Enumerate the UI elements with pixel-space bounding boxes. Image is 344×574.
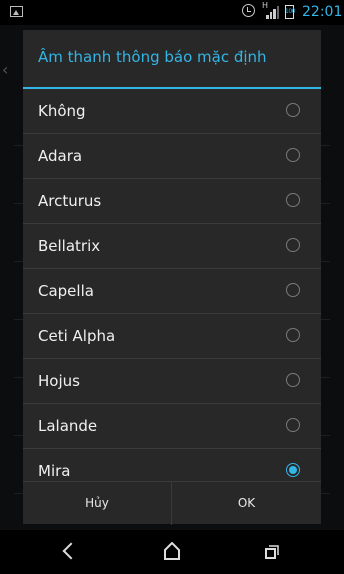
list-item[interactable]: Không (23, 89, 321, 134)
item-label: Hojus (38, 372, 80, 390)
dialog-button-bar: Hủy OK (23, 481, 321, 525)
navigation-bar (0, 530, 344, 574)
battery-level: 100 (285, 8, 295, 15)
image-notification-icon (10, 6, 23, 17)
status-bar: H 100 22:01 (0, 0, 344, 25)
item-label: Bellatrix (38, 237, 101, 255)
alarm-icon (242, 4, 255, 17)
radio-button[interactable] (286, 103, 300, 117)
radio-button-checked[interactable] (286, 463, 300, 477)
radio-button[interactable] (286, 193, 300, 207)
item-label: Ceti Alpha (38, 327, 116, 345)
item-label: Capella (38, 282, 94, 300)
list-item[interactable]: Adara (23, 134, 321, 179)
item-label: Adara (38, 147, 83, 165)
clock: 22:01 (302, 4, 343, 20)
radio-button[interactable] (286, 283, 300, 297)
cancel-button[interactable]: Hủy (23, 482, 172, 525)
list-item[interactable]: Lalande (23, 404, 321, 449)
up-navigation-icon: ‹ (2, 60, 9, 79)
list-item[interactable]: Capella (23, 269, 321, 314)
radio-button[interactable] (286, 238, 300, 252)
list-item[interactable]: Hojus (23, 359, 321, 404)
item-label: Lalande (38, 417, 98, 435)
radio-button[interactable] (286, 328, 300, 342)
signal-icon (264, 5, 279, 19)
ringtone-list: Không Adara Arcturus Bellatrix Capella C… (23, 89, 321, 493)
radio-button[interactable] (286, 148, 300, 162)
item-label: Mira (38, 462, 71, 480)
recent-apps-icon[interactable] (265, 544, 279, 559)
item-label: Không (38, 102, 86, 120)
dialog-title: Âm thanh thông báo mặc định (38, 48, 267, 66)
back-icon[interactable] (62, 542, 80, 560)
home-icon[interactable] (164, 542, 180, 560)
ok-button[interactable]: OK (172, 482, 321, 525)
item-label: Arcturus (38, 192, 102, 210)
battery-icon: 100 (285, 5, 295, 19)
radio-button[interactable] (286, 373, 300, 387)
ringtone-dialog: Âm thanh thông báo mặc định Không Adara … (23, 30, 321, 525)
radio-button[interactable] (286, 418, 300, 432)
list-item[interactable]: Arcturus (23, 179, 321, 224)
list-item[interactable]: Bellatrix (23, 224, 321, 269)
list-item[interactable]: Ceti Alpha (23, 314, 321, 359)
